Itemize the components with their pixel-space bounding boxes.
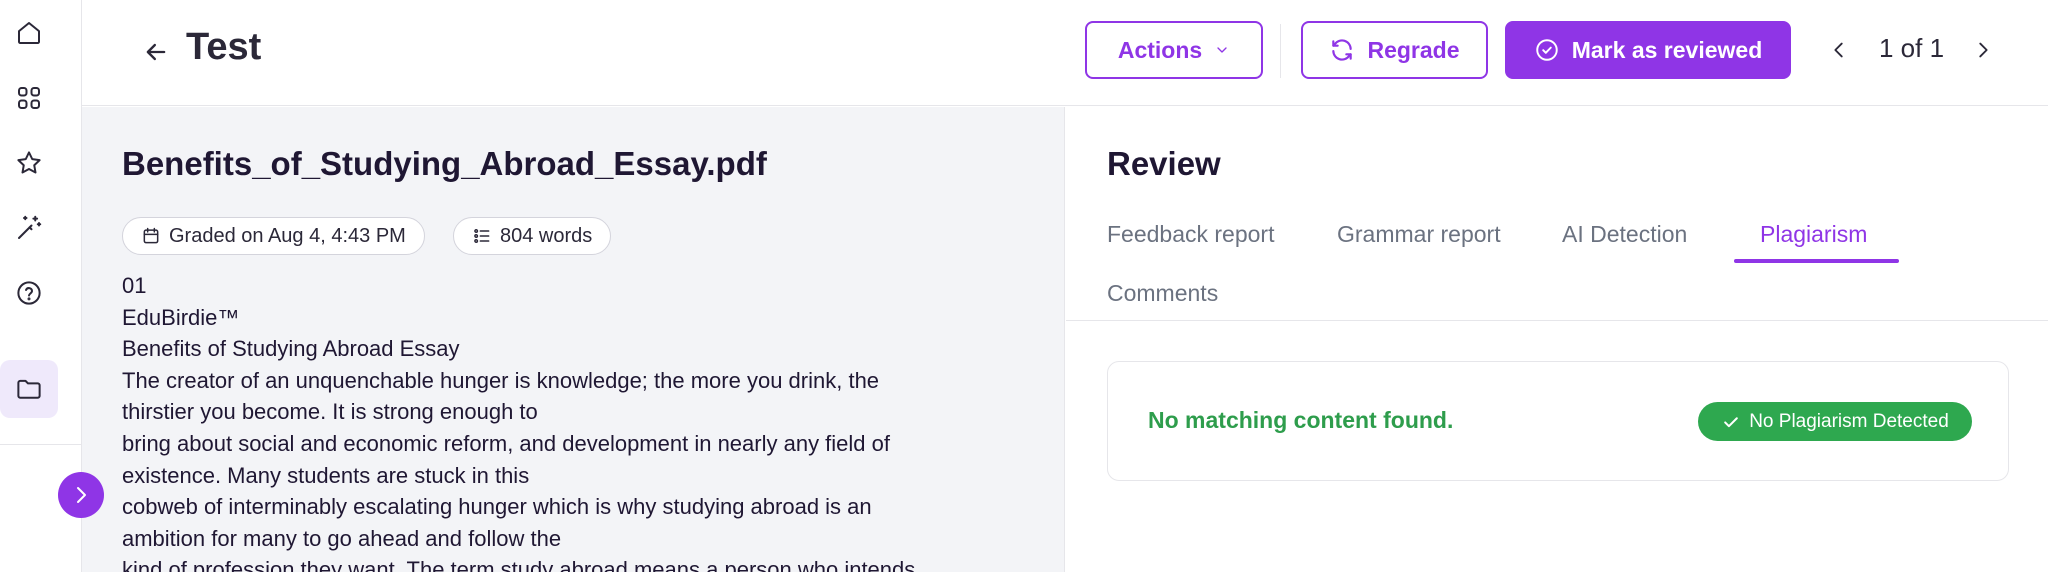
mark-as-reviewed-label: Mark as reviewed bbox=[1571, 36, 1763, 63]
expand-sidebar-button[interactable] bbox=[58, 472, 104, 518]
actions-label: Actions bbox=[1117, 36, 1203, 63]
document-line: thirstier you become. It is strong enoug… bbox=[122, 399, 538, 425]
regrade-button[interactable]: Regrade bbox=[1301, 21, 1488, 79]
document-pane: Benefits_of_Studying_Abroad_Essay.pdf Gr… bbox=[82, 107, 1065, 572]
calendar-icon bbox=[143, 227, 159, 244]
sidebar-item-favorites[interactable] bbox=[0, 134, 58, 192]
top-header: Test Actions Regrade Mark as reviewed 1 … bbox=[82, 0, 2048, 106]
list-icon bbox=[474, 229, 490, 243]
document-line: The creator of an unquenchable hunger is… bbox=[122, 367, 880, 393]
refresh-icon bbox=[1332, 39, 1353, 61]
sidebar-item-dashboard[interactable] bbox=[0, 69, 58, 127]
document-line: cobweb of interminably escalating hunger… bbox=[122, 494, 872, 520]
header-divider bbox=[1280, 24, 1281, 78]
document-line: 01 bbox=[122, 273, 147, 298]
status-badge: No Plagiarism Detected bbox=[1698, 402, 1972, 441]
document-text: 01 EduBirdie™ Benefits of Studying Abroa… bbox=[122, 270, 1042, 572]
active-tab-indicator bbox=[1734, 259, 1899, 263]
chevron-right-icon bbox=[1979, 42, 1988, 58]
sidebar-item-ai-tools[interactable] bbox=[0, 199, 58, 257]
document-line: EduBirdie™ bbox=[122, 304, 240, 330]
plagiarism-result-card: No matching content found. No Plagiarism… bbox=[1107, 361, 2009, 481]
sidebar-item-help[interactable] bbox=[0, 264, 58, 322]
mark-as-reviewed-button[interactable]: Mark as reviewed bbox=[1505, 21, 1791, 79]
graded-date-chip: Graded on Aug 4, 4:43 PM bbox=[122, 217, 425, 255]
pager-indicator: 1 of 1 bbox=[1879, 33, 1945, 63]
result-message: No matching content found. bbox=[1148, 407, 1454, 433]
word-count-chip: 804 words bbox=[453, 217, 612, 255]
sidebar-divider bbox=[0, 444, 82, 445]
actions-dropdown-button[interactable]: Actions bbox=[1085, 21, 1263, 79]
document-line: bring about social and economic reform, … bbox=[122, 430, 891, 456]
document-line: ambition for many to go ahead and follow… bbox=[122, 525, 562, 551]
tabs-divider bbox=[1066, 320, 2048, 321]
magic-wand-icon bbox=[18, 215, 42, 239]
grid-icon bbox=[18, 87, 40, 109]
star-icon bbox=[17, 151, 41, 174]
sidebar-item-home[interactable] bbox=[0, 4, 58, 62]
previous-page-button[interactable] bbox=[1819, 30, 1859, 70]
document-line: kind of profession they want. The term s… bbox=[122, 557, 916, 572]
graded-date-text: Graded on Aug 4, 4:43 PM bbox=[169, 224, 406, 247]
document-line: Benefits of Studying Abroad Essay bbox=[122, 336, 460, 362]
tab-plagiarism[interactable]: Plagiarism bbox=[1760, 221, 1867, 248]
document-filename: Benefits_of_Studying_Abroad_Essay.pdf bbox=[122, 145, 767, 182]
review-title: Review bbox=[1107, 145, 1221, 182]
chevron-left-icon bbox=[1834, 42, 1843, 58]
status-badge-label: No Plagiarism Detected bbox=[1749, 410, 1949, 432]
tab-grammar-report[interactable]: Grammar report bbox=[1337, 221, 1501, 248]
help-icon bbox=[17, 281, 41, 305]
page-title: Test bbox=[186, 26, 262, 68]
regrade-label: Regrade bbox=[1367, 36, 1460, 63]
next-page-button[interactable] bbox=[1963, 30, 2003, 70]
checkmark-icon bbox=[1724, 416, 1739, 427]
review-pane: Review Feedback report Grammar report AI… bbox=[1066, 107, 2048, 572]
tab-ai-detection[interactable]: AI Detection bbox=[1562, 221, 1687, 248]
chevron-right-icon bbox=[77, 487, 86, 503]
chevron-down-icon bbox=[1217, 47, 1227, 53]
check-circle-icon bbox=[1536, 39, 1558, 61]
tab-comments[interactable]: Comments bbox=[1107, 280, 1218, 307]
document-line: existence. Many students are stuck in th… bbox=[122, 462, 530, 488]
tab-feedback-report[interactable]: Feedback report bbox=[1107, 221, 1274, 248]
folder-icon bbox=[17, 379, 41, 399]
back-button[interactable] bbox=[134, 30, 178, 74]
arrow-left-icon bbox=[146, 43, 166, 61]
word-count-text: 804 words bbox=[500, 224, 593, 247]
sidebar-item-files[interactable] bbox=[0, 360, 58, 418]
home-icon bbox=[18, 22, 40, 44]
